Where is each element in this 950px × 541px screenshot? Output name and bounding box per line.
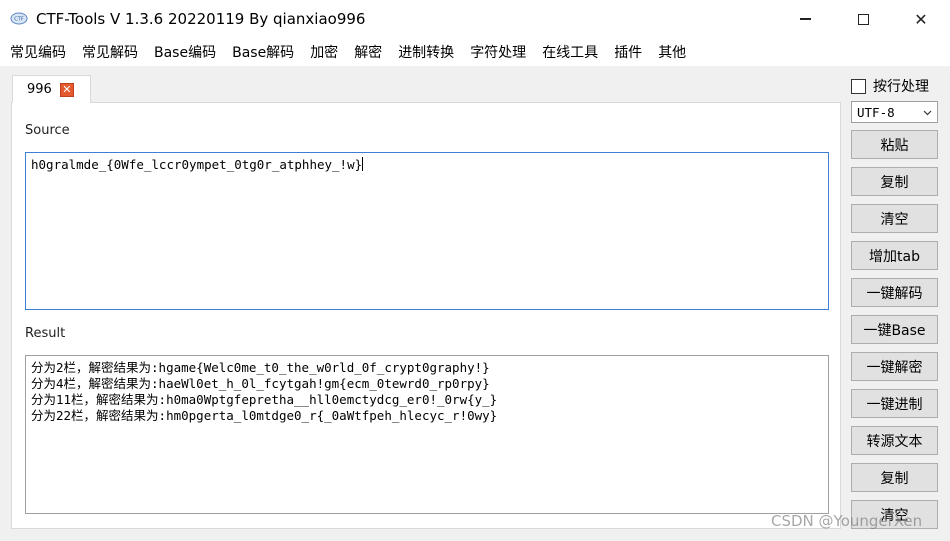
watermark: CSDN @YoungerXen <box>771 512 923 530</box>
close-icon: ✕ <box>914 9 928 29</box>
line-process-checkbox[interactable] <box>851 78 866 94</box>
copy-result-button[interactable]: 复制 <box>851 463 938 492</box>
close-button[interactable]: ✕ <box>892 0 950 38</box>
paste-button[interactable]: 粘贴 <box>851 130 938 159</box>
tab-label: 996 <box>27 82 52 97</box>
one-click-decrypt-button[interactable]: 一键解密 <box>851 352 938 381</box>
menu-bar: 常见编码 常见解码 Base编码 Base解码 加密 解密 进制转换 字符处理 … <box>0 38 950 66</box>
menu-item-encrypt[interactable]: 加密 <box>302 38 346 66</box>
source-label: Source <box>25 123 70 138</box>
clear-source-button[interactable]: 清空 <box>851 204 938 233</box>
tab-996[interactable]: 996 ✕ <box>12 75 91 103</box>
result-textarea[interactable]: 分为2栏，解密结果为:hgame{Welc0me_t0_the_w0rld_0f… <box>25 355 829 514</box>
text-caret <box>362 157 364 171</box>
line-process-checkbox-row[interactable]: 按行处理 <box>851 76 929 96</box>
to-source-button[interactable]: 转源文本 <box>851 426 938 455</box>
one-click-decode-button[interactable]: 一键解码 <box>851 278 938 307</box>
svg-text:CTF: CTF <box>14 17 24 23</box>
source-textarea[interactable]: h0gralmde_{0Wfe_lccr0ympet_0tg0r_atphhey… <box>25 152 829 310</box>
tab-close-icon[interactable]: ✕ <box>59 82 74 97</box>
maximize-button[interactable] <box>834 0 892 38</box>
menu-item-base-decode[interactable]: Base解码 <box>224 38 302 66</box>
one-click-base-button[interactable]: 一键Base <box>851 315 938 344</box>
copy-source-button[interactable]: 复制 <box>851 167 938 196</box>
line-process-label: 按行处理 <box>873 79 929 95</box>
result-line: 分为22栏，解密结果为:hm0pgerta_l0mtdge0_r{_0aWtfp… <box>31 408 498 423</box>
result-label: Result <box>25 326 66 341</box>
add-tab-button[interactable]: 增加tab <box>851 241 938 270</box>
chevron-down-icon <box>923 110 932 115</box>
app-icon: CTF <box>10 12 28 25</box>
minimize-button[interactable] <box>776 0 834 38</box>
menu-item-common-decode[interactable]: 常见解码 <box>74 38 146 66</box>
encoding-select[interactable]: UTF-8 <box>851 101 938 123</box>
menu-item-radix-convert[interactable]: 进制转换 <box>390 38 462 66</box>
menu-item-decrypt[interactable]: 解密 <box>346 38 390 66</box>
menu-item-online-tools[interactable]: 在线工具 <box>534 38 606 66</box>
menu-item-plugins[interactable]: 插件 <box>606 38 650 66</box>
title-bar: CTF CTF-Tools V 1.3.6 20220119 By qianxi… <box>0 0 950 38</box>
window-title: CTF-Tools V 1.3.6 20220119 By qianxiao99… <box>36 10 366 28</box>
result-line: 分为2栏，解密结果为:hgame{Welc0me_t0_the_w0rld_0f… <box>31 360 490 375</box>
one-click-radix-button[interactable]: 一键进制 <box>851 389 938 418</box>
menu-item-common-encode[interactable]: 常见编码 <box>2 38 74 66</box>
result-line: 分为11栏，解密结果为:h0ma0Wptgfepretha__hll0emcty… <box>31 392 498 407</box>
source-text: h0gralmde_{0Wfe_lccr0ympet_0tg0r_atphhey… <box>31 157 363 172</box>
menu-item-other[interactable]: 其他 <box>650 38 694 66</box>
maximize-icon <box>857 13 869 25</box>
result-line: 分为4栏，解密结果为:haeWl0et_h_0l_fcytgah!gm{ecm_… <box>31 376 490 391</box>
encoding-value: UTF-8 <box>857 104 895 120</box>
menu-item-string-process[interactable]: 字符处理 <box>462 38 534 66</box>
menu-item-base-encode[interactable]: Base编码 <box>146 38 224 66</box>
minimize-icon <box>799 18 811 20</box>
